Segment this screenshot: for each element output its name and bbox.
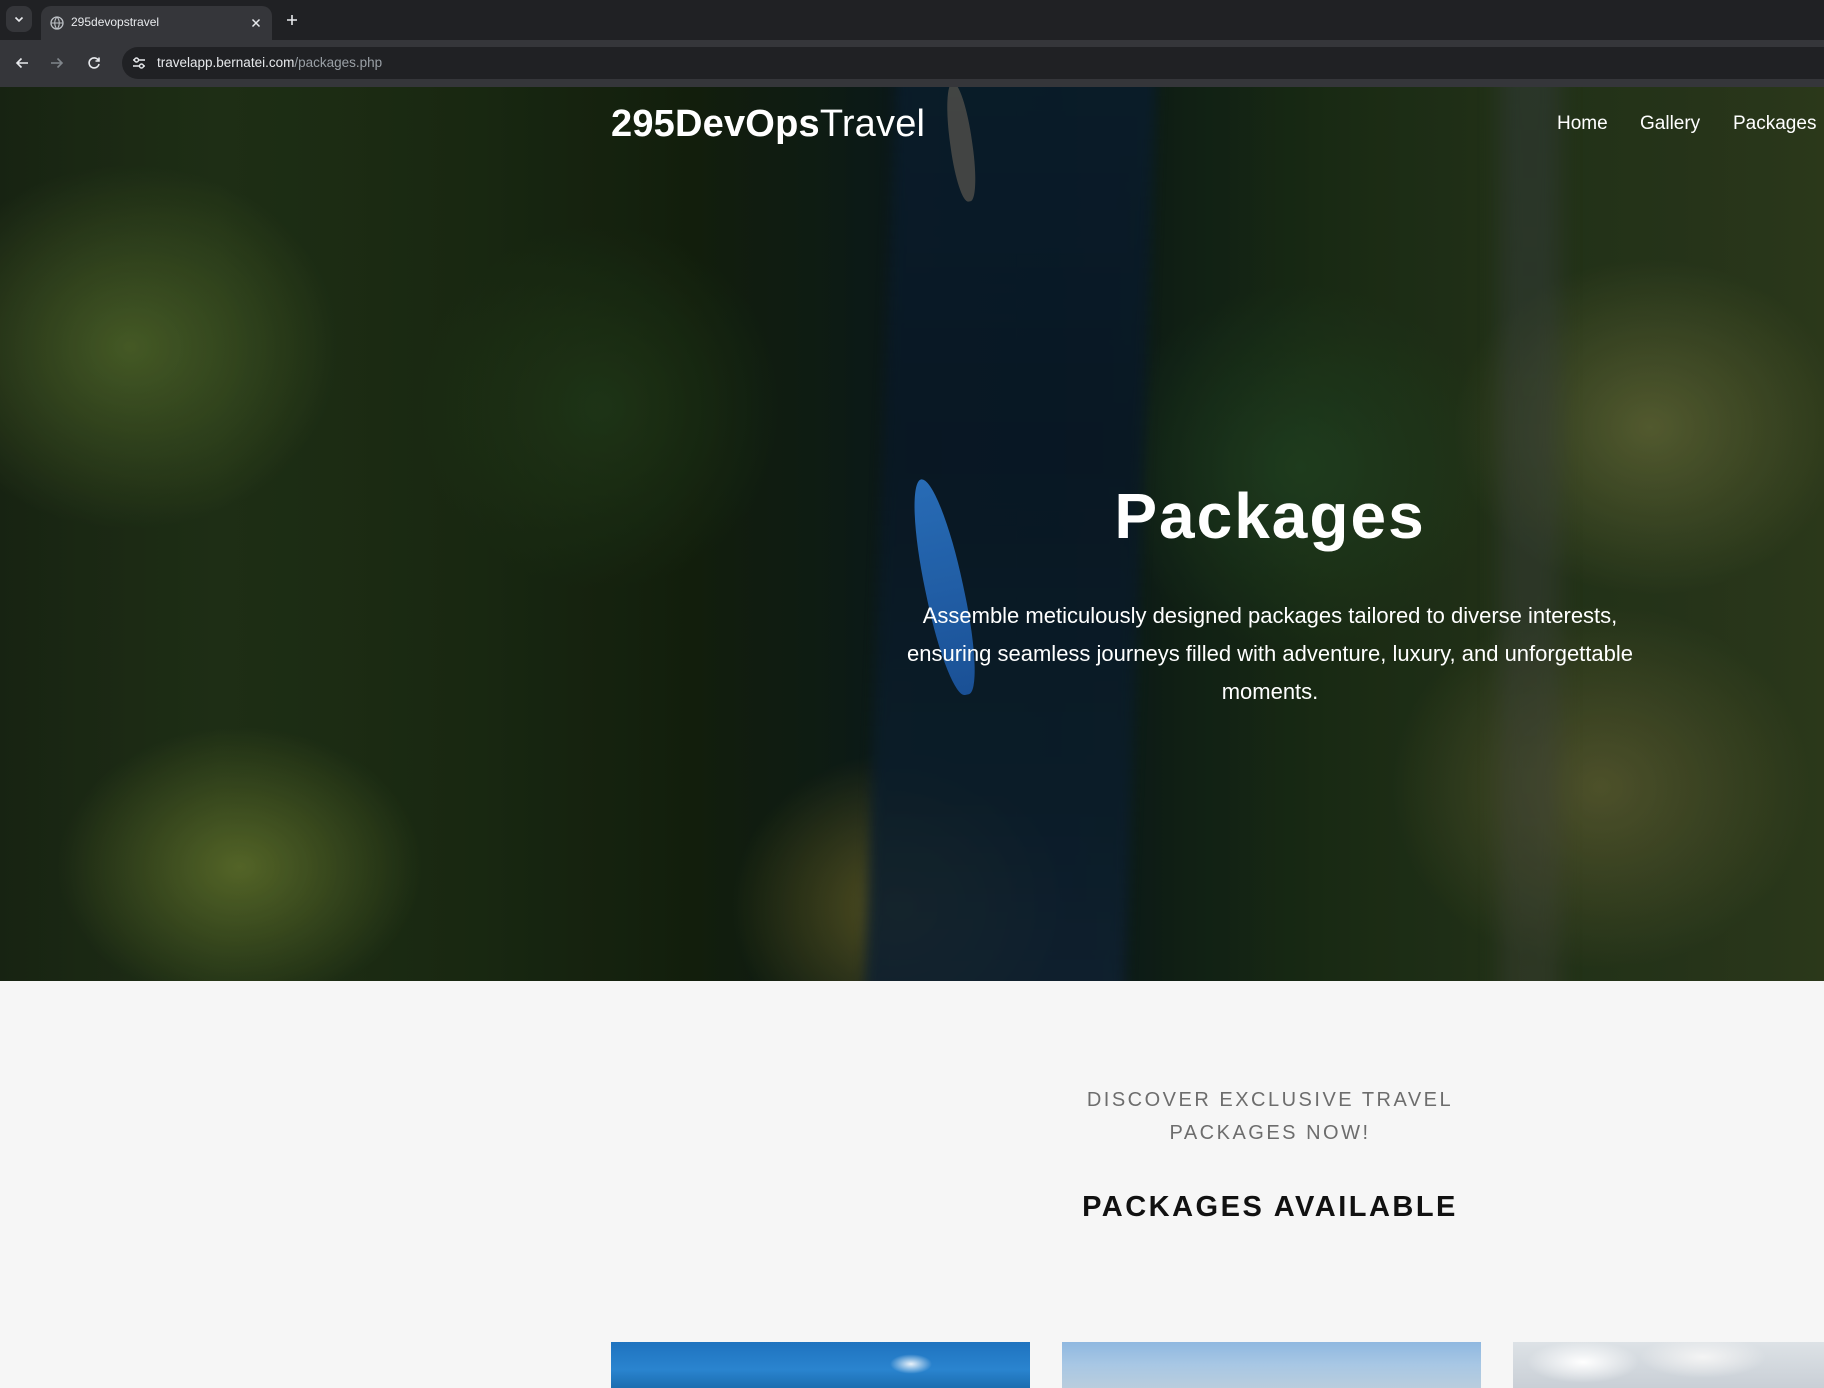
address-bar[interactable]: travelapp.bernatei.com/packages.php [122,47,1824,79]
browser-tab-strip: 295devopstravel [0,0,1824,40]
reload-button[interactable] [84,53,104,73]
tab-close-button[interactable] [248,15,264,31]
url-path: /packages.php [294,55,383,70]
nav-home[interactable]: Home [1557,113,1608,135]
forward-button[interactable] [47,53,67,73]
site-info-button[interactable] [130,54,148,72]
brand-light: Travel [819,103,926,145]
hero-description: Assemble meticulously designed packages … [907,603,1633,704]
browser-tab[interactable]: 295devopstravel [41,6,272,40]
reload-icon [88,57,100,69]
tab-title: 295devopstravel [71,15,160,29]
site-logo[interactable]: 295DevOpsTravel [611,103,925,146]
plus-icon [287,15,297,25]
browser-toolbar: travelapp.bernatei.com/packages.php [0,40,1824,87]
url-text: travelapp.bernatei.com/packages.php [157,55,382,70]
section-eyebrow: DISCOVER EXCLUSIVE TRAVEL PACKAGES NOW! [1086,1089,1454,1144]
package-card-image[interactable] [611,1342,1030,1388]
new-tab-button[interactable] [282,10,302,30]
chevron-down-icon [14,16,24,23]
close-icon [251,18,261,28]
hero-section: 295DevOpsTravel Home Gallery Packages Pa… [0,87,1824,981]
globe-icon [50,16,64,30]
brand-bold: 295DevOps [611,103,820,145]
arrow-left-icon [15,57,28,69]
section-title: PACKAGES AVAILABLE [1082,1191,1458,1223]
url-host: travelapp.bernatei.com [157,55,295,70]
arrow-right-icon [51,57,64,69]
package-card-image[interactable] [1062,1342,1481,1388]
back-button[interactable] [12,53,32,73]
nav-gallery[interactable]: Gallery [1640,113,1700,135]
package-card-image[interactable] [1513,1342,1824,1388]
page-title: Packages [1114,480,1426,552]
nav-packages[interactable]: Packages [1733,113,1816,135]
tab-search-button[interactable] [6,6,32,32]
tune-icon [133,57,145,69]
